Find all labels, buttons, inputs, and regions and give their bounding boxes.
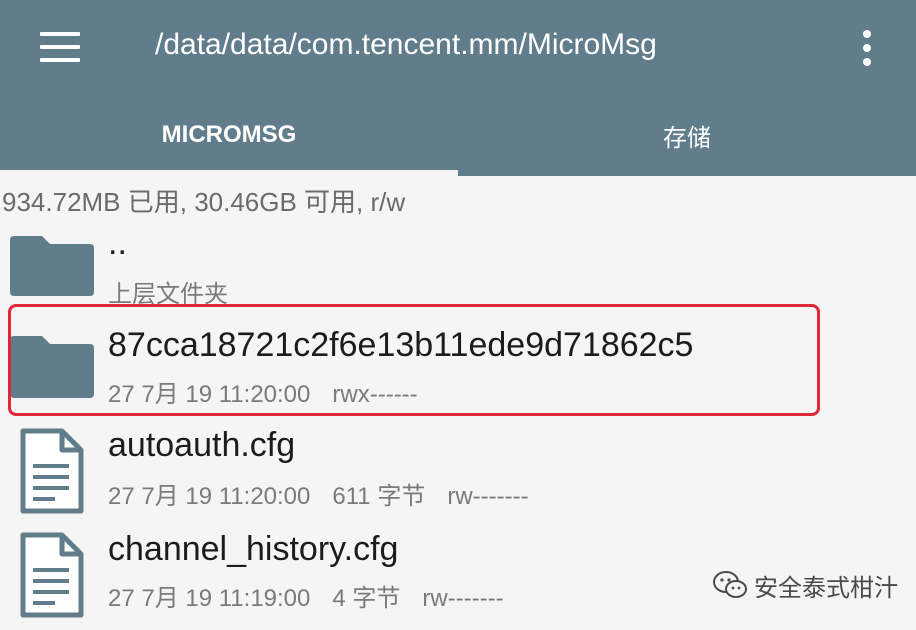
- wechat-icon: [713, 571, 747, 598]
- file-meta: 27 7月 19 11:19:00 4 字节 rw-------: [108, 578, 526, 613]
- file-row-parent[interactable]: .. 上层文件夹: [0, 214, 916, 318]
- file-date: 27 7月 19 11:20:00: [108, 483, 311, 510]
- file-date: 27 7月 19 11:19:00: [108, 585, 311, 612]
- highlight-box: [8, 304, 820, 416]
- file-meta: 27 7月 19 11:20:00 611 字节 rw-------: [108, 476, 551, 511]
- file-size: 611 字节: [332, 483, 426, 510]
- file-name: ..: [108, 224, 127, 262]
- file-size: 4 字节: [332, 585, 401, 612]
- file-icon: [20, 532, 84, 618]
- active-tab-indicator: [0, 170, 458, 176]
- file-row-file[interactable]: autoauth.cfg 27 7月 19 11:20:00 611 字节 rw--…: [0, 420, 916, 524]
- watermark: 安全泰式柑汁: [712, 567, 898, 603]
- watermark-text: 安全泰式柑汁: [754, 573, 898, 602]
- folder-icon: [10, 236, 94, 296]
- file-name: channel_history.cfg: [108, 530, 399, 568]
- app-bar: /data/data/com.tencent.mm/MicroMsg MICRO…: [0, 0, 916, 176]
- tab-storage[interactable]: 存储: [458, 94, 916, 176]
- tab-micromsg[interactable]: MICROMSG: [0, 94, 458, 176]
- hamburger-menu-icon[interactable]: [40, 32, 82, 62]
- file-permissions: rw-------: [447, 483, 529, 510]
- path-title: /data/data/com.tencent.mm/MicroMsg: [155, 28, 657, 61]
- more-vertical-icon[interactable]: [858, 28, 878, 68]
- file-permissions: rw-------: [422, 585, 504, 612]
- file-name: autoauth.cfg: [108, 426, 296, 464]
- file-icon: [20, 428, 84, 514]
